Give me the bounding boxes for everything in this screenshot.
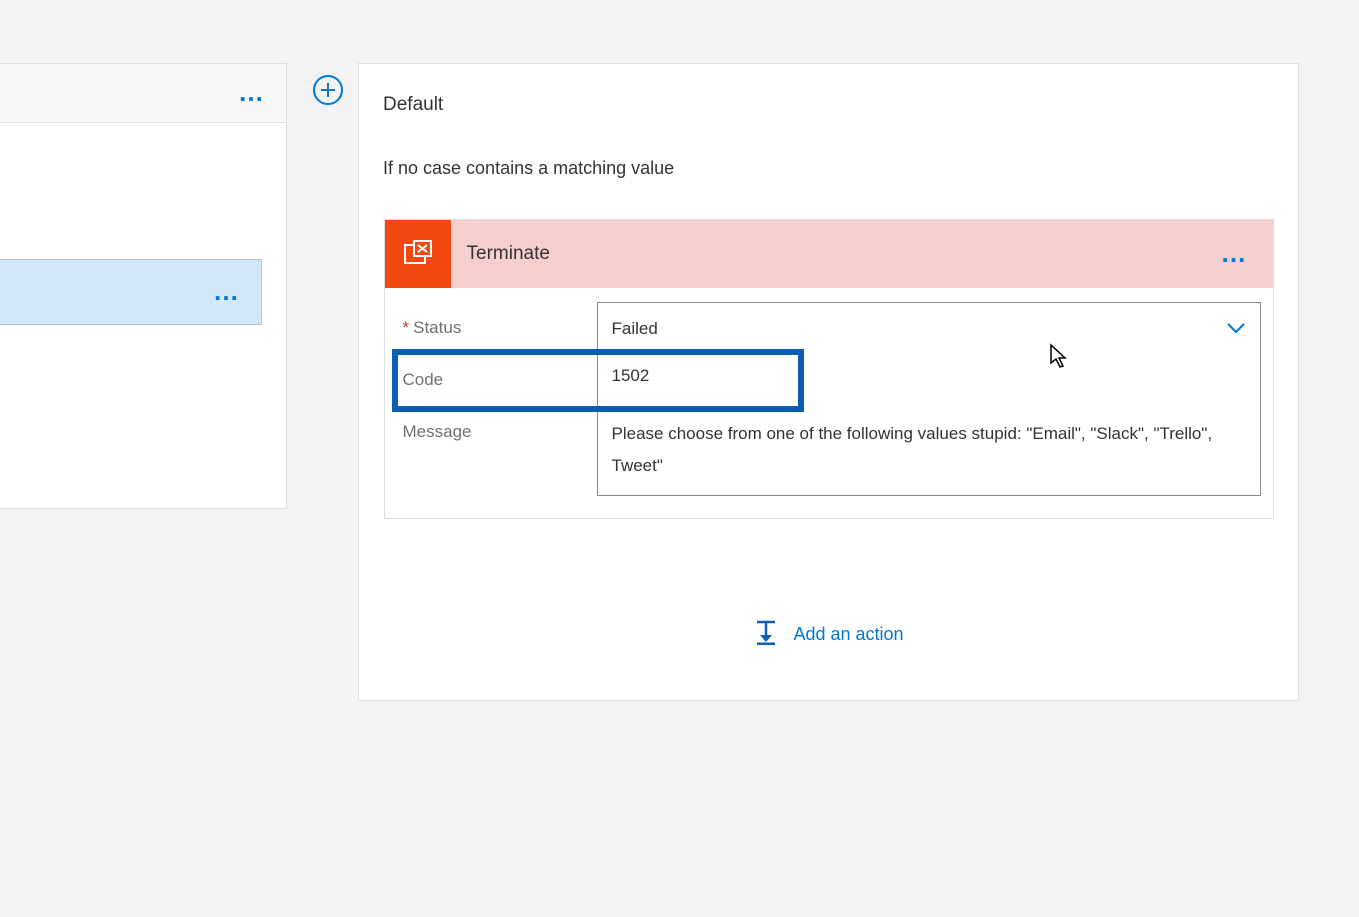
- message-row: Message Please choose from one of the fo…: [397, 406, 1261, 496]
- code-input[interactable]: 1502: [597, 354, 1261, 406]
- terminate-icon: [385, 220, 451, 288]
- terminate-more-menu-icon[interactable]: …: [1221, 250, 1249, 258]
- terminate-form: *Status Failed Code 1502 Message Please …: [385, 288, 1273, 518]
- terminate-header[interactable]: Terminate …: [385, 220, 1273, 288]
- message-label: Message: [397, 406, 597, 496]
- left-panel-selected-case[interactable]: …: [0, 259, 262, 325]
- left-panel-collapsed-gray: …: [0, 63, 287, 123]
- status-row: *Status Failed: [397, 302, 1261, 354]
- default-case-card: Default If no case contains a matching v…: [358, 63, 1299, 701]
- status-select[interactable]: Failed: [597, 302, 1261, 354]
- add-action-icon: [753, 619, 779, 650]
- default-title: Default: [383, 94, 1274, 116]
- code-label: Code: [397, 354, 597, 406]
- chevron-down-icon: [1226, 319, 1246, 339]
- code-row: Code 1502: [397, 354, 1261, 406]
- default-subtitle: If no case contains a matching value: [383, 158, 1274, 179]
- add-action-label: Add an action: [793, 624, 903, 645]
- add-case-icon[interactable]: [313, 75, 343, 105]
- status-label: *Status: [397, 302, 597, 354]
- terminate-action-block: Terminate … *Status Failed Code: [384, 219, 1274, 519]
- message-input[interactable]: Please choose from one of the following …: [597, 406, 1261, 496]
- required-star-icon: *: [403, 318, 410, 337]
- terminate-title: Terminate: [467, 243, 550, 265]
- status-value: Failed: [612, 319, 658, 339]
- more-menu-icon[interactable]: …: [213, 288, 241, 296]
- more-menu-icon[interactable]: …: [238, 89, 266, 97]
- add-action-button[interactable]: Add an action: [383, 619, 1274, 650]
